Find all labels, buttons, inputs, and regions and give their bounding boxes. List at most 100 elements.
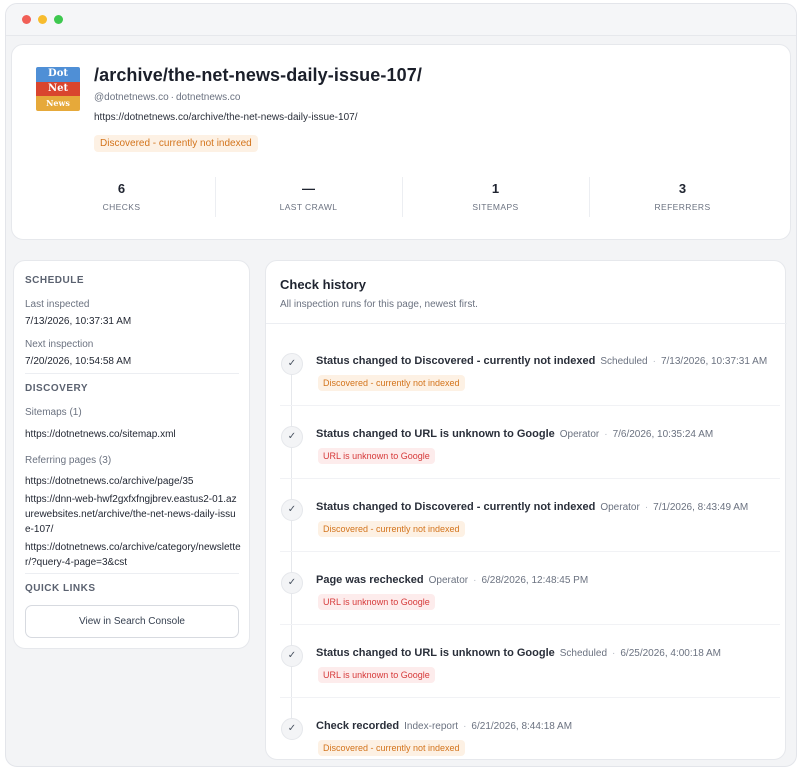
entry-timestamp: 6/21/2026, 8:44:18 AM [471,721,573,732]
stat-sitemaps: 1 SITEMAPS [402,175,589,225]
last-inspected-value: 7/13/2026, 10:37:31 AM [25,316,132,327]
referring-page-link[interactable]: https://dotnetnews.co/archive/category/n… [25,540,241,570]
status-badge: Discovered - currently not indexed [94,135,258,152]
separator: · [612,648,616,659]
site-domain-line: @dotnetnews.co · dotnetnews.co [94,92,240,103]
next-inspection-value: 7/20/2026, 10:54:58 AM [25,356,132,367]
stat-value: — [302,181,315,196]
entry-source: Scheduled [559,648,608,659]
stat-label: SITEMAPS [472,202,519,212]
entry-title: Status changed to Discovered - currently… [316,355,596,367]
entry-timestamp: 6/25/2026, 4:00:18 AM [620,648,721,659]
stat-label: REFERRERS [654,202,711,212]
minimize-window-button[interactable] [38,15,47,24]
entry-header: Status changed to Discovered - currently… [316,351,767,369]
sitemap-link[interactable]: https://dotnetnews.co/sitemap.xml [25,427,241,442]
entry-header: Check recorded Index-report · 6/21/2026, 8:… [316,716,572,734]
separator: · [644,502,649,513]
entry-title: Status changed to URL is unknown to Goog… [316,647,555,659]
check-icon: ✓ [281,718,303,740]
site-handle: @dotnetnews.co [94,92,169,103]
check-history-title: Check history [280,277,366,292]
history-entry: ✓ Status changed to URL is unknown to Goo… [266,405,787,479]
check-icon: ✓ [281,645,303,667]
history-entry: ✓ Status changed to Discovered - currentl… [266,333,787,406]
site-domain: dotnetnews.co [175,92,241,103]
entry-status-badge: URL is unknown to Google [318,448,435,464]
entry-status-badge: Discovered - currently not indexed [318,375,465,391]
entry-header: Page was rechecked Operator · 6/28/2026, 12… [316,570,588,588]
entry-timestamp: 7/6/2026, 10:35:24 AM [612,429,714,440]
referring-page-link[interactable]: https://dotnetnews.co/archive/page/35 [25,474,241,489]
referring-pages-label: Referring pages (3) [25,455,112,466]
separator: · [652,356,656,367]
check-icon: ✓ [281,572,303,594]
page-url[interactable]: https://dotnetnews.co/archive/the-net-ne… [94,112,357,123]
maximize-window-button[interactable] [54,15,63,24]
divider [25,573,239,574]
entry-title: Status changed to URL is unknown to Goog… [316,428,555,440]
stat-referrers: 3 REFERRERS [589,175,776,225]
app-window: Dot Net News /archive/the-net-news-daily… [5,3,797,767]
close-window-button[interactable] [22,15,31,24]
divider [280,405,780,406]
separator: · [473,575,477,586]
entry-title: Status changed to Discovered - currently… [316,501,596,513]
logo-line-3: News [36,96,80,111]
view-in-search-console-button[interactable]: View in Search Console [25,605,239,638]
sitemaps-label: Sitemaps (1) [25,407,82,418]
entry-timestamp: 7/1/2026, 8:43:49 AM [653,502,749,513]
page-header-card: Dot Net News /archive/the-net-news-daily… [11,44,791,240]
stat-label: CHECKS [102,202,141,212]
entry-title: Check recorded [316,720,400,732]
history-entry: ✓ Page was rechecked Operator · 6/28/2026, 1… [266,551,787,625]
divider [25,373,239,374]
check-icon: ✓ [281,353,303,375]
check-icon: ✓ [281,426,303,448]
entry-timestamp: 7/13/2026, 10:37:31 AM [660,356,768,367]
referring-page-link[interactable]: https://dnn-web-hwf2gxfxfngjbrev.eastus2… [25,492,241,537]
stat-checks: 6 CHECKS [28,175,215,225]
last-inspected-label: Last inspected [25,299,90,310]
site-logo: Dot Net News [36,67,80,111]
logo-line-1: Dot [36,67,80,82]
separator: · [604,429,608,440]
check-history-subtitle: All inspection runs for this page, newes… [280,299,478,310]
page-title: /archive/the-net-news-daily-issue-107/ [94,65,422,85]
stat-value: 6 [117,181,126,196]
entry-source: Operator [600,502,640,513]
separator: · [463,721,467,732]
entry-header: Status changed to Discovered - currently… [316,497,748,515]
next-inspection-label: Next inspection [25,339,94,350]
stat-value: 3 [678,181,687,196]
schedule-heading: SCHEDULE [25,275,85,286]
stat-label: LAST CRAWL [279,202,338,212]
entry-timestamp: 6/28/2026, 12:48:45 PM [481,575,589,586]
entry-source: Index-report [404,721,459,732]
title-bar [6,4,796,36]
entry-source: Operator [559,429,600,440]
divider [280,551,780,552]
quick-links-heading: QUICK LINKS [25,583,96,594]
entry-header: Status changed to URL is unknown to Goog… [316,424,713,442]
divider [280,624,780,625]
entry-source: Scheduled [600,356,648,367]
history-entry: ✓ Check recorded Index-report · 6/21/2026, 8… [266,697,787,766]
details-sidebar: SCHEDULE Last inspected 7/13/2026, 10:37… [13,260,250,649]
entry-status-badge: URL is unknown to Google [318,667,435,683]
entry-status-badge: URL is unknown to Google [318,594,435,610]
divider [266,323,787,324]
divider [280,478,780,479]
separator: · [170,92,174,103]
entry-title: Page was rechecked [316,574,424,586]
stats-row: 6 CHECKS — LAST CRAWL 1 SITEMAPS 3 REFER… [28,175,776,225]
check-history-panel: Check history All inspection runs for th… [265,260,787,760]
check-icon: ✓ [281,499,303,521]
logo-line-2: Net [36,81,80,97]
entry-status-badge: Discovered - currently not indexed [318,740,465,756]
stat-last-crawl: — LAST CRAWL [215,175,402,225]
history-entry: ✓ Status changed to Discovered - currentl… [266,478,787,552]
entry-status-badge: Discovered - currently not indexed [318,521,465,537]
entry-source: Operator [428,575,469,586]
divider [280,697,780,698]
